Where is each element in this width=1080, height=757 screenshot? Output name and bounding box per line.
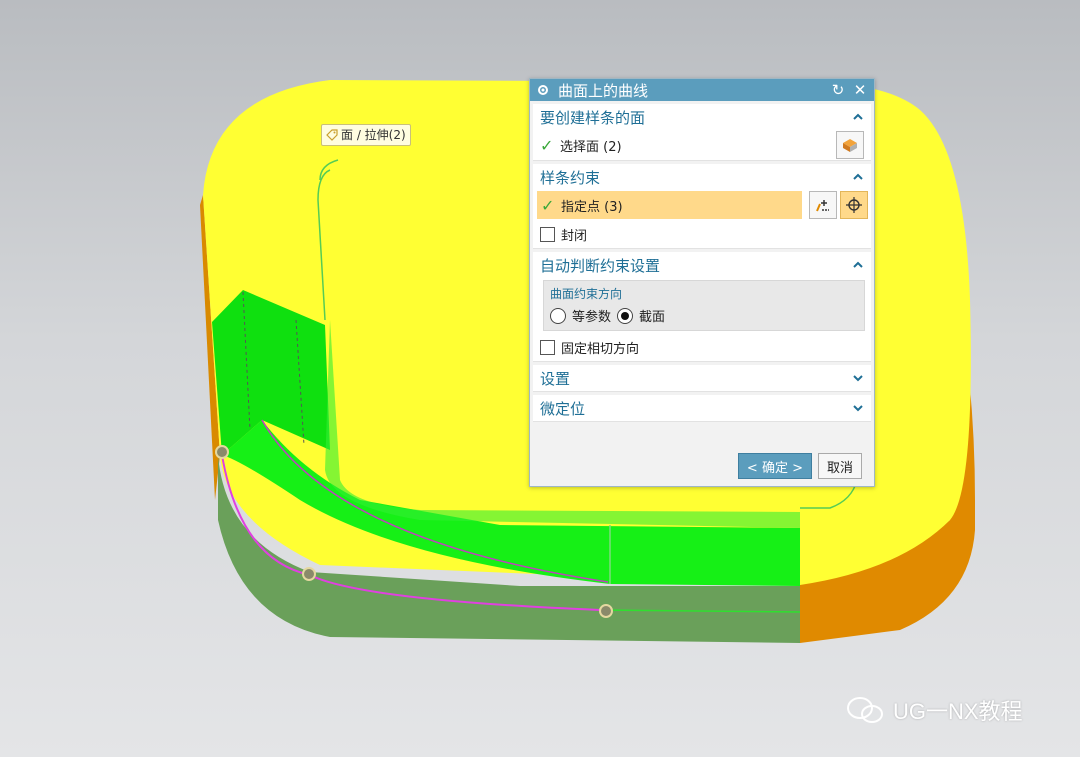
gear-icon — [538, 85, 548, 95]
closed-checkbox[interactable] — [540, 226, 555, 242]
section-faces-header[interactable]: 要创建样条的面 — [533, 104, 871, 130]
chat-icon — [847, 697, 883, 723]
closed-row[interactable]: 封闭 — [533, 220, 871, 248]
dialog-titlebar: 曲面上的曲线 ↻ ✕ — [530, 79, 874, 101]
group-title: 曲面约束方向 — [550, 287, 623, 301]
watermark-text: UG一NX教程 — [893, 699, 1023, 724]
fixed-tangent-row[interactable]: 固定相切方向 — [533, 333, 871, 361]
section-auto: 自动判断约束设置 曲面约束方向 等参数 截面 固定相切方向 — [533, 252, 871, 362]
point-marker — [599, 604, 613, 618]
point-marker — [215, 445, 229, 459]
check-icon: ✓ — [540, 135, 554, 155]
dialog-footer: < 确定 > 取消 — [530, 446, 874, 486]
face-select-button[interactable] — [836, 131, 864, 159]
specify-point-label: 指定点 (3) — [561, 199, 623, 215]
chevron-up-icon — [853, 113, 863, 120]
section-constraints-title: 样条约束 — [540, 168, 601, 187]
check-icon: ✓ — [541, 195, 555, 215]
chevron-down-icon — [853, 405, 863, 412]
point-dialog-button[interactable] — [809, 191, 837, 219]
point-marker — [302, 567, 316, 581]
section-auto-title: 自动判断约束设置 — [540, 256, 661, 275]
dialog-title: 曲面上的曲线 — [558, 81, 649, 100]
curve-on-surface-dialog: 曲面上的曲线 ↻ ✕ 要创建样条的面 ✓ 选择面 (2) 样条约束 ✓ 指定点 … — [529, 78, 875, 487]
section-faces: 要创建样条的面 ✓ 选择面 (2) — [533, 104, 871, 161]
fixed-tangent-label: 固定相切方向 — [561, 341, 640, 357]
point-dialog-icon — [816, 200, 829, 212]
radio-section[interactable] — [617, 307, 634, 324]
reset-icon[interactable]: ↻ — [830, 82, 846, 98]
section-settings-title: 设置 — [540, 369, 571, 388]
section-settings-header[interactable]: 设置 — [533, 365, 871, 391]
selection-tag-label: 面 / 拉伸(2) — [341, 128, 406, 142]
tag-icon — [326, 129, 338, 141]
close-icon[interactable]: ✕ — [852, 82, 868, 98]
watermark: UG一NX教程 — [845, 693, 1023, 727]
closed-label: 封闭 — [561, 228, 588, 244]
chevron-down-icon — [853, 375, 863, 382]
select-face-row[interactable]: ✓ 选择面 (2) — [533, 130, 871, 160]
point-inference-button[interactable] — [840, 191, 868, 219]
specify-point-row[interactable]: ✓ 指定点 (3) — [533, 190, 871, 220]
selection-tag: 面 / 拉伸(2) — [321, 124, 411, 146]
fixed-tangent-checkbox[interactable] — [540, 339, 555, 355]
radio-isoparametric[interactable] — [550, 307, 566, 324]
section-constraints-header[interactable]: 样条约束 — [533, 164, 871, 190]
ok-button[interactable]: < 确定 > — [737, 453, 812, 479]
chevron-up-icon — [853, 173, 863, 180]
section-fine: 微定位 — [533, 395, 871, 422]
radio-section-label: 截面 — [639, 310, 666, 325]
specify-point-highlight[interactable]: ✓ 指定点 (3) — [537, 191, 802, 219]
section-faces-title: 要创建样条的面 — [540, 108, 646, 127]
radio-isoparametric-label: 等参数 — [572, 310, 612, 325]
crosshair-icon — [846, 197, 862, 213]
section-settings: 设置 — [533, 365, 871, 392]
select-face-label: 选择面 (2) — [560, 139, 622, 155]
section-constraints: 样条约束 ✓ 指定点 (3) 封闭 — [533, 164, 871, 249]
surface-constraint-group: 曲面约束方向 等参数 截面 — [543, 280, 865, 331]
section-fine-title: 微定位 — [540, 399, 586, 418]
section-auto-header[interactable]: 自动判断约束设置 — [533, 252, 871, 278]
chevron-up-icon — [853, 261, 863, 268]
direction-radio-group: 等参数 截面 — [550, 306, 858, 325]
cancel-button[interactable]: 取消 — [817, 453, 862, 479]
face-icon — [843, 139, 857, 152]
section-fine-header[interactable]: 微定位 — [533, 395, 871, 421]
